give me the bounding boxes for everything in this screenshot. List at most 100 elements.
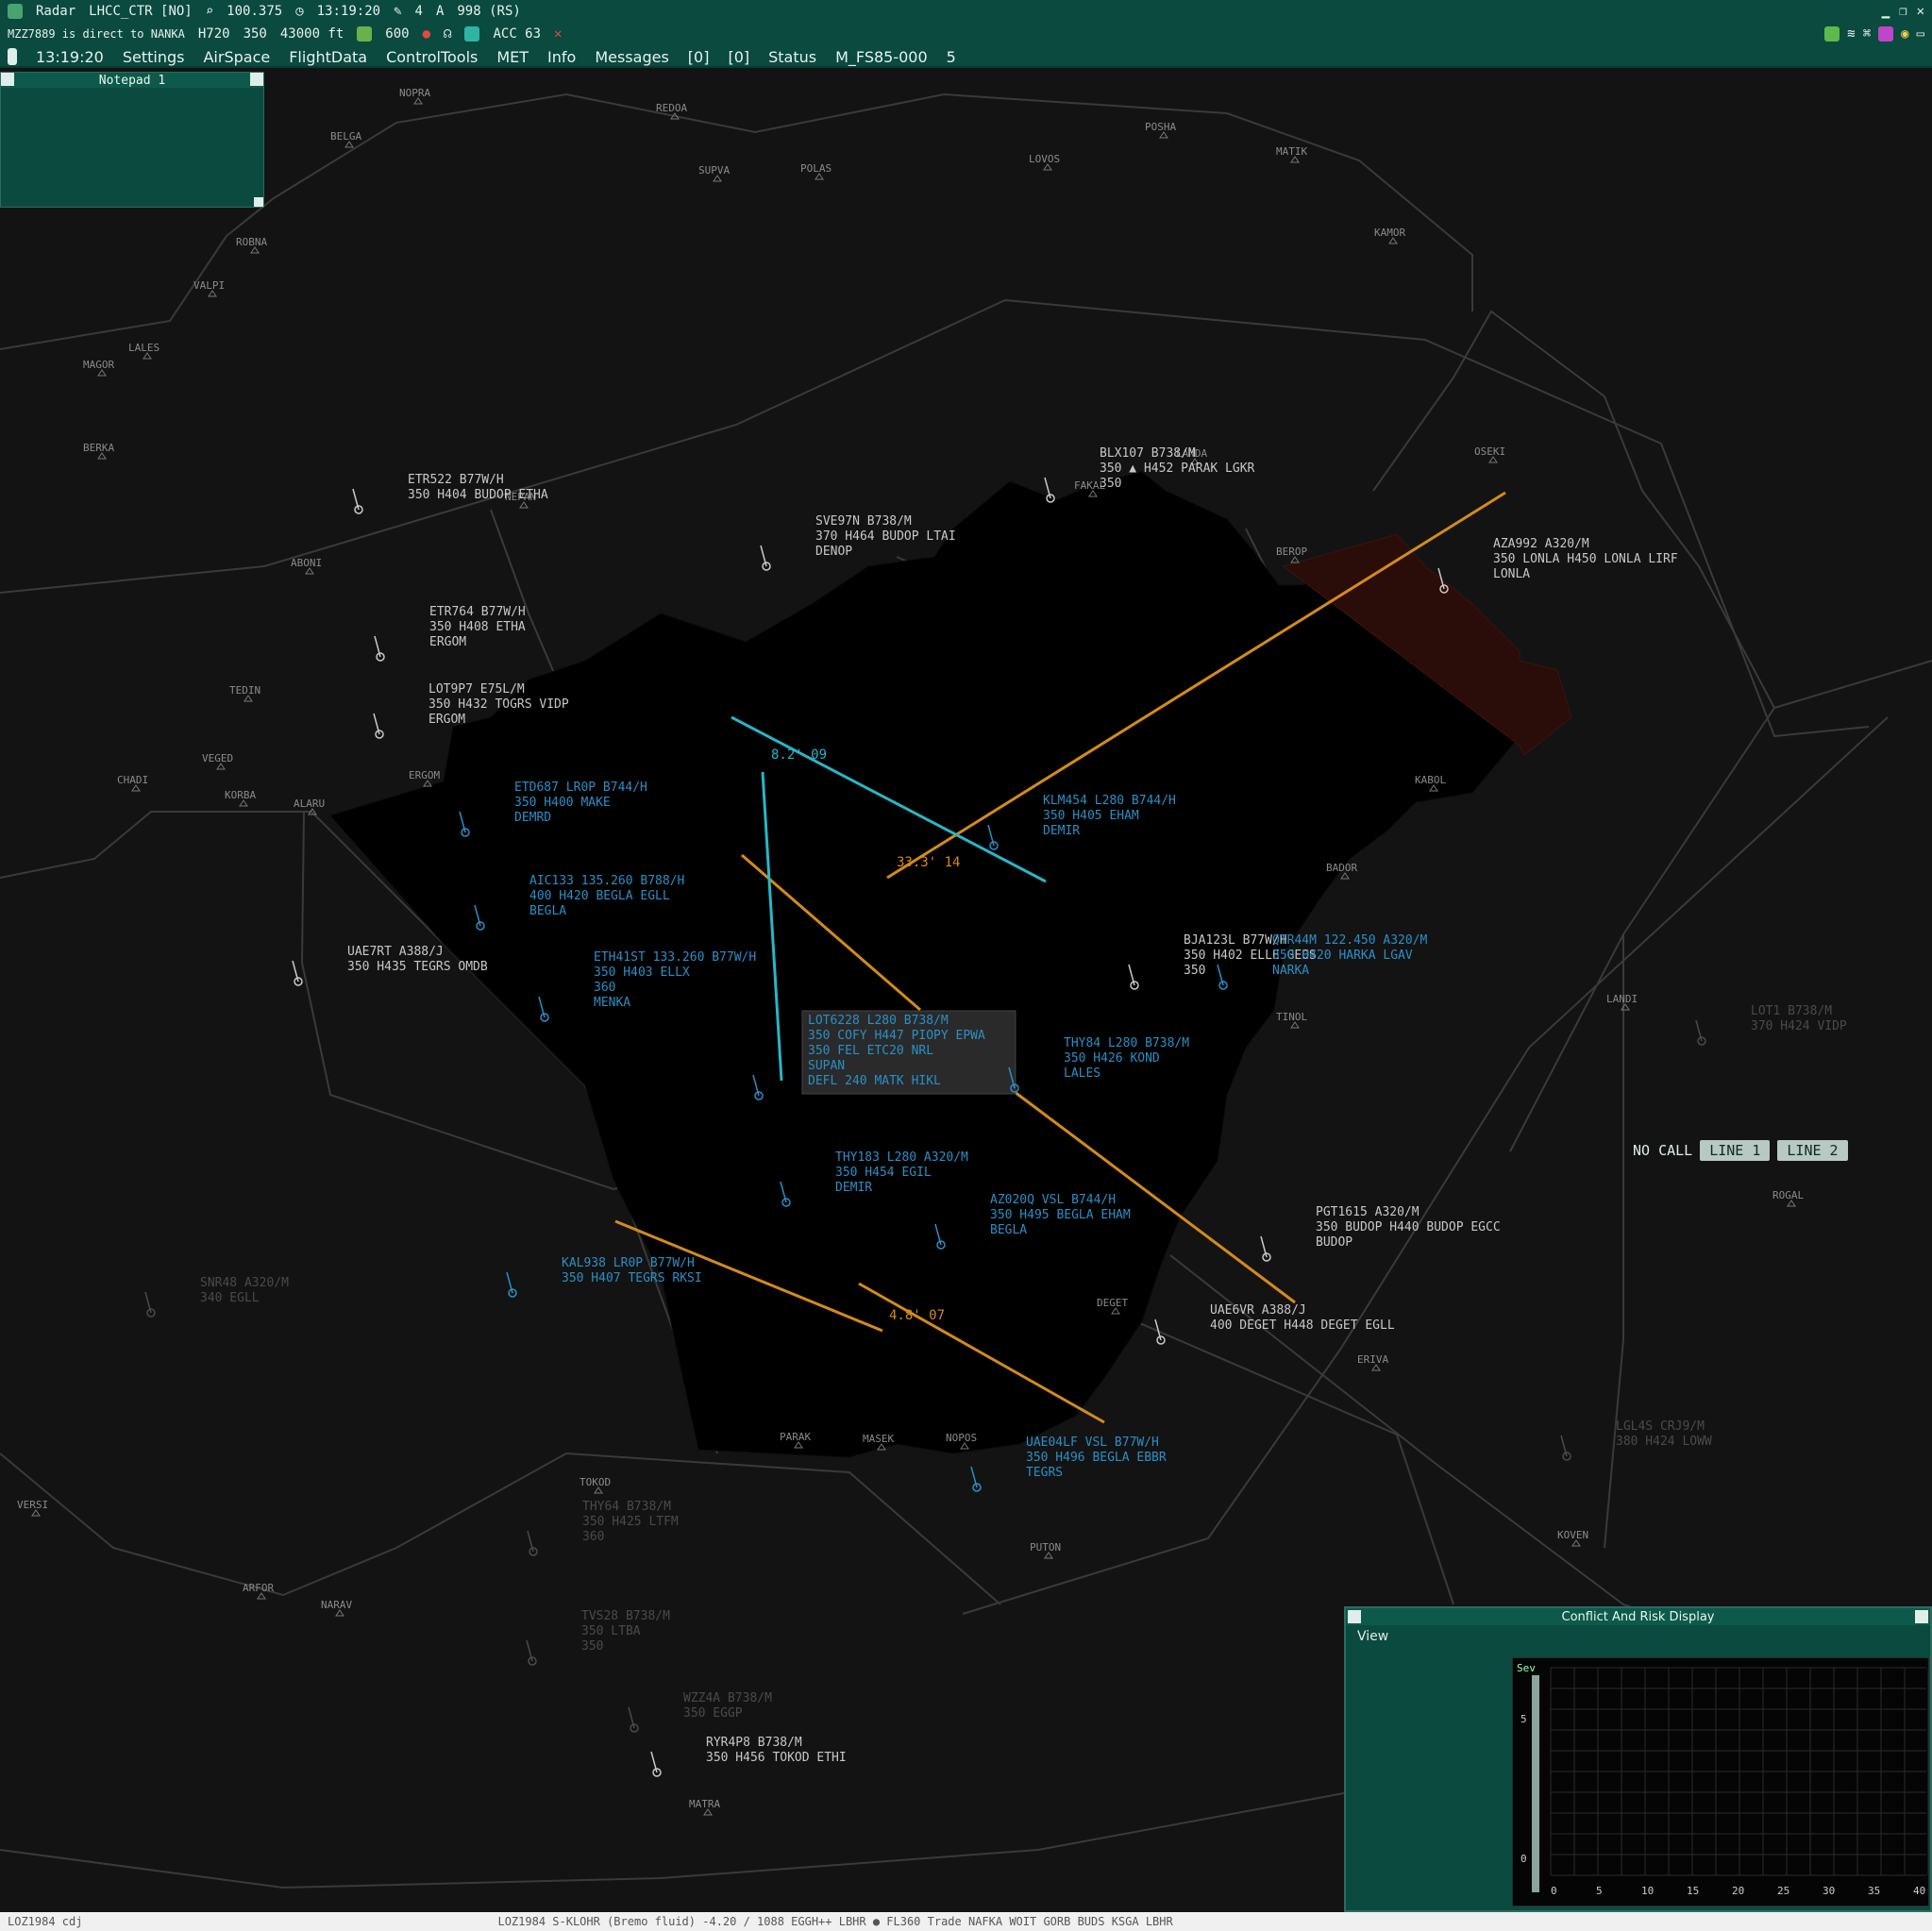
notepad-title[interactable]: Notepad 1 — [1, 73, 263, 88]
flight-level-field[interactable]: 350 — [244, 26, 267, 42]
menu-info[interactable]: Info — [547, 48, 576, 66]
aircraft-track[interactable]: AZA992 A320/M350 LONLA H450 LONLA LIRFLO… — [1437, 537, 1678, 594]
toolbar-chip-b[interactable]: A — [436, 4, 444, 19]
layers-icon[interactable] — [464, 26, 480, 42]
waypoint[interactable]: ARFOR — [243, 1582, 274, 1600]
waypoint[interactable]: BERKA — [83, 442, 114, 460]
track-label-line[interactable]: 350 — [1100, 477, 1121, 491]
track-label-line[interactable]: 350 H496 BEGLA EBBR — [1026, 1451, 1167, 1465]
track-label-line[interactable]: RYR4P8 B738/M — [706, 1736, 802, 1750]
color-icon[interactable] — [1878, 26, 1894, 42]
track-label-line[interactable]: SUPAN — [808, 1059, 845, 1073]
track-label-line[interactable]: 340 EGLL — [200, 1291, 260, 1305]
track-label-line[interactable]: 350 H432 TOGRS VIDP — [428, 697, 569, 712]
crd-pin-icon[interactable] — [1348, 1610, 1361, 1623]
waypoint[interactable]: VEGED — [202, 752, 233, 770]
track-label-line[interactable]: BUDOP — [1316, 1235, 1352, 1250]
menu-flightdata[interactable]: FlightData — [289, 48, 367, 66]
conflict-distance-label[interactable]: 4.8' 07 — [889, 1308, 945, 1323]
restore-icon[interactable]: ❐ — [1899, 4, 1907, 19]
waypoint[interactable]: ERIVA — [1357, 1353, 1388, 1371]
track-label-line[interactable]: BLX107 B738/M — [1100, 446, 1196, 461]
track-label-line[interactable]: 350 H408 ETHA — [429, 620, 526, 634]
track-label-line[interactable]: 350 H407 TEGRS RKSI — [562, 1271, 702, 1285]
waypoint[interactable]: TOKOD — [580, 1476, 611, 1494]
menu-status[interactable]: Status — [768, 48, 816, 66]
waypoint[interactable]: ROBNA — [236, 236, 267, 254]
aircraft-track[interactable]: LOT1 B738/M370 H424 VIDP — [1695, 1004, 1847, 1046]
waypoint[interactable]: LALES — [128, 342, 160, 360]
notepad-window[interactable]: Notepad 1 — [0, 72, 264, 208]
track-label-line[interactable]: 350 BUDOP H440 BUDOP EGCC — [1316, 1220, 1501, 1234]
menu-counter-1[interactable]: [0] — [688, 48, 710, 66]
crd-view-menu[interactable]: View — [1357, 1629, 1388, 1644]
track-label-line[interactable]: DEFL 240 MATK HIKL — [808, 1074, 941, 1088]
track-label-line[interactable]: AZ020Q VSL B744/H — [990, 1193, 1116, 1207]
track-label-line[interactable]: 350 EGGP — [683, 1706, 743, 1721]
track-label-line[interactable]: AZA992 A320/M — [1493, 537, 1589, 551]
waypoint[interactable]: VERSI — [17, 1499, 48, 1517]
wind-icon[interactable]: ≋ — [1847, 26, 1855, 42]
menu-handle-icon[interactable] — [8, 48, 17, 65]
waypoint[interactable]: OSEKI — [1474, 445, 1505, 463]
track-label-line[interactable]: PGT1615 A320/M — [1316, 1205, 1420, 1219]
waypoint[interactable]: BELGA — [330, 130, 361, 148]
command-input[interactable]: LOZ1984 cdj — [8, 1915, 82, 1928]
waypoint[interactable]: MATIK — [1276, 145, 1307, 163]
ace-field[interactable]: ACC 63 — [493, 26, 541, 42]
waypoint[interactable]: LANDI — [1606, 993, 1638, 1011]
track-label-line[interactable]: 350 H403 ELLX — [594, 966, 690, 980]
track-label-line[interactable]: LALES — [1064, 1066, 1100, 1081]
aircraft-track[interactable]: SNR48 A320/M340 EGLL — [144, 1276, 289, 1318]
waypoint[interactable]: SUPVA — [698, 164, 730, 182]
track-label-line[interactable]: 350 H400 MAKE — [514, 796, 611, 810]
menu-controltools[interactable]: ControlTools — [386, 48, 478, 66]
track-label-line[interactable]: DENOP — [815, 545, 852, 559]
track-label-line[interactable]: 380 H424 LOWW — [1616, 1435, 1712, 1449]
heading-field[interactable]: H720 — [198, 26, 230, 42]
aircraft-track[interactable]: TVS28 B738/M350 LTBA350 — [526, 1609, 670, 1666]
track-label-line[interactable]: 370 H464 BUDOP LTAI — [815, 529, 956, 544]
track-label-line[interactable]: ETH41ST 133.260 B77W/H — [594, 950, 756, 965]
alert-icon[interactable]: ● — [423, 26, 430, 42]
track-label-line[interactable]: TVS28 B738/M — [581, 1609, 670, 1623]
track-label-line[interactable]: 350 H426 KOND — [1064, 1051, 1160, 1066]
track-label-line[interactable]: ETD687 LR0P B744/H — [514, 781, 647, 795]
track-label-line[interactable]: 350 H405 EHAM — [1043, 809, 1139, 823]
track-label-line[interactable]: 350 — [581, 1639, 603, 1654]
track-label-line[interactable]: 400 DEGET H448 DEGET EGLL — [1210, 1318, 1395, 1333]
track-label-line[interactable]: BEGLA — [529, 904, 566, 918]
waypoint[interactable]: VALPI — [193, 279, 225, 297]
aircraft-track[interactable]: PGT1615 A320/M350 BUDOP H440 BUDOP EGCCB… — [1260, 1205, 1501, 1262]
toolbar-chip-a[interactable]: 4 — [415, 4, 423, 19]
track-label-line[interactable]: ERGOM — [429, 635, 466, 649]
sector-icon[interactable]: ⌘ — [1863, 26, 1871, 42]
track-label-line[interactable]: SNR48 A320/M — [200, 1276, 289, 1290]
monitor-icon[interactable]: ▭ — [1917, 26, 1924, 42]
track-label-line[interactable]: 370 H424 VIDP — [1751, 1019, 1847, 1033]
waypoint[interactable]: MATRA — [689, 1798, 720, 1816]
track-label-line[interactable]: 350 COFY H447 PIOPY EPWA — [808, 1029, 985, 1043]
track-label-line[interactable]: THY64 B738/M — [582, 1500, 671, 1514]
waypoint[interactable]: PUTON — [1030, 1541, 1061, 1559]
track-label-line[interactable]: 350 H435 TEGRS OMDB — [347, 960, 488, 974]
waypoint[interactable]: TEDIN — [229, 684, 260, 702]
track-label-line[interactable]: 350 H425 LTFM — [582, 1515, 679, 1529]
search-icon[interactable]: ⌕ — [206, 4, 213, 19]
track-label-line[interactable]: THY84 L280 B738/M — [1064, 1036, 1189, 1050]
aircraft-track[interactable]: ETR522 B77W/H350 H404 BUDOP ETHA — [352, 473, 548, 514]
track-label-line[interactable]: 350 FEL ETC20 NRL — [808, 1044, 933, 1058]
track-label-line[interactable]: AIC133 135.260 B788/H — [529, 874, 684, 888]
track-label-line[interactable]: TEGRS — [1026, 1466, 1063, 1480]
waypoint[interactable]: KAMOR — [1374, 227, 1405, 244]
track-label-line[interactable]: LGL4S CRJ9/M — [1616, 1419, 1705, 1434]
aircraft-track[interactable]: ETR764 B77W/H350 H408 ETHAERGOM — [374, 605, 526, 662]
map-tool-icon[interactable] — [1824, 26, 1840, 42]
track-label-line[interactable]: 350 — [1184, 964, 1205, 978]
delete-icon[interactable]: ✕ — [554, 26, 562, 42]
line-1-button[interactable]: LINE 1 — [1700, 1140, 1771, 1161]
crd-chart[interactable]: Sev 5 0 0 5 10 15 20 25 30 35 40 — [1512, 1657, 1929, 1906]
crd-title[interactable]: Conflict And Risk Display — [1346, 1608, 1930, 1625]
waypoint[interactable]: POLAS — [800, 162, 832, 180]
track-label-line[interactable]: UAE04LF VSL B77W/H — [1026, 1436, 1159, 1450]
